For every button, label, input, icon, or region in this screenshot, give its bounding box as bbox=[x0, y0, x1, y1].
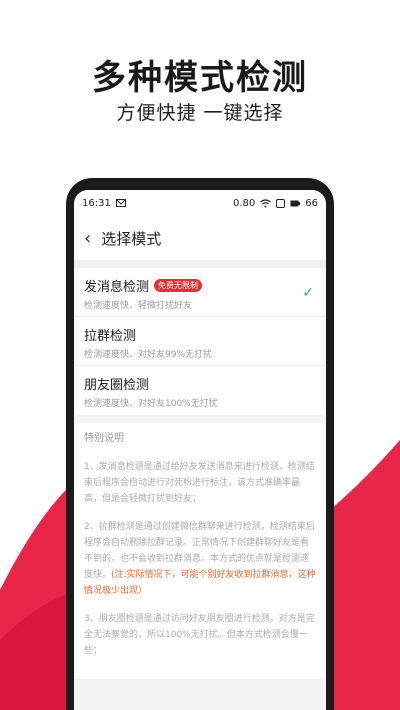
note-paragraph-3: 3、朋友圈检测是通过访问好友朋友圈进行检测，对方是完全无法察觉的，所以100%无… bbox=[84, 614, 315, 656]
wifi-icon bbox=[260, 198, 272, 208]
mode-description: 检测速度快、对好友99%无打扰 bbox=[84, 350, 213, 360]
battery-level: 66 bbox=[305, 197, 318, 209]
battery-icon bbox=[290, 200, 301, 207]
phone-frame: 16:31 0.80 66 ‹ 选择模式 发消息检测 免费无限制 检测速度快、轻… bbox=[66, 178, 334, 710]
notification-icon bbox=[115, 199, 126, 207]
mode-item-message[interactable]: 发消息检测 免费无限制 检测速度快、轻微打扰好友 ✓ bbox=[74, 268, 326, 317]
status-time: 16:31 bbox=[82, 197, 111, 209]
note-paragraph-2: 2、拉群检测是通过创建微信群聊来进行检测，检测结束后程序会自动删除拉群记录。正常… bbox=[84, 519, 316, 599]
network-speed: 0.80 bbox=[233, 197, 256, 209]
mode-item-moments[interactable]: 朋友圈检测 检测速度快、对好友100%无打扰 bbox=[74, 366, 326, 415]
note-paragraph-1: 1、发消息检测是通过给好友发送消息来进行检测，检测结束后程序会自动进行对死粉进行… bbox=[84, 462, 315, 504]
page-subheadline: 方便快捷 一键选择 bbox=[116, 102, 284, 124]
note-warning: (注:实际情况下，可能个别好友收到拉群消息，这种情况极少出现） bbox=[84, 570, 316, 596]
free-badge: 免费无限制 bbox=[154, 279, 203, 292]
phone-screen: 16:31 0.80 66 ‹ 选择模式 发消息检测 免费无限制 检测速度快、轻… bbox=[74, 190, 326, 710]
section-divider bbox=[74, 260, 326, 268]
back-arrow-icon[interactable]: ‹ bbox=[84, 228, 91, 249]
checkmark-icon: ✓ bbox=[302, 285, 314, 301]
nav-title: 选择模式 bbox=[101, 229, 162, 248]
page-headline: 多种模式检测 bbox=[92, 58, 308, 98]
mode-list: 发消息检测 免费无限制 检测速度快、轻微打扰好友 ✓ 拉群检测 检测速度快、对好… bbox=[74, 268, 326, 415]
status-bar: 16:31 0.80 66 bbox=[74, 190, 326, 216]
mode-description: 检测速度快、对好友100%无打扰 bbox=[84, 399, 218, 409]
screen-icon bbox=[276, 198, 286, 208]
nav-bar: ‹ 选择模式 bbox=[74, 216, 326, 260]
notes-section: 特别说明 1、发消息检测是通过给好友发送消息来进行检测，检测结束后程序会自动进行… bbox=[74, 423, 326, 679]
mode-title: 发消息检测 bbox=[84, 280, 150, 295]
mode-item-group[interactable]: 拉群检测 检测速度快、对好友99%无打扰 bbox=[74, 317, 326, 366]
mode-description: 检测速度快、轻微打扰好友 bbox=[84, 301, 193, 311]
mode-title: 朋友圈检测 bbox=[84, 378, 150, 393]
mode-title: 拉群检测 bbox=[84, 329, 137, 344]
notes-title: 特别说明 bbox=[84, 433, 124, 444]
